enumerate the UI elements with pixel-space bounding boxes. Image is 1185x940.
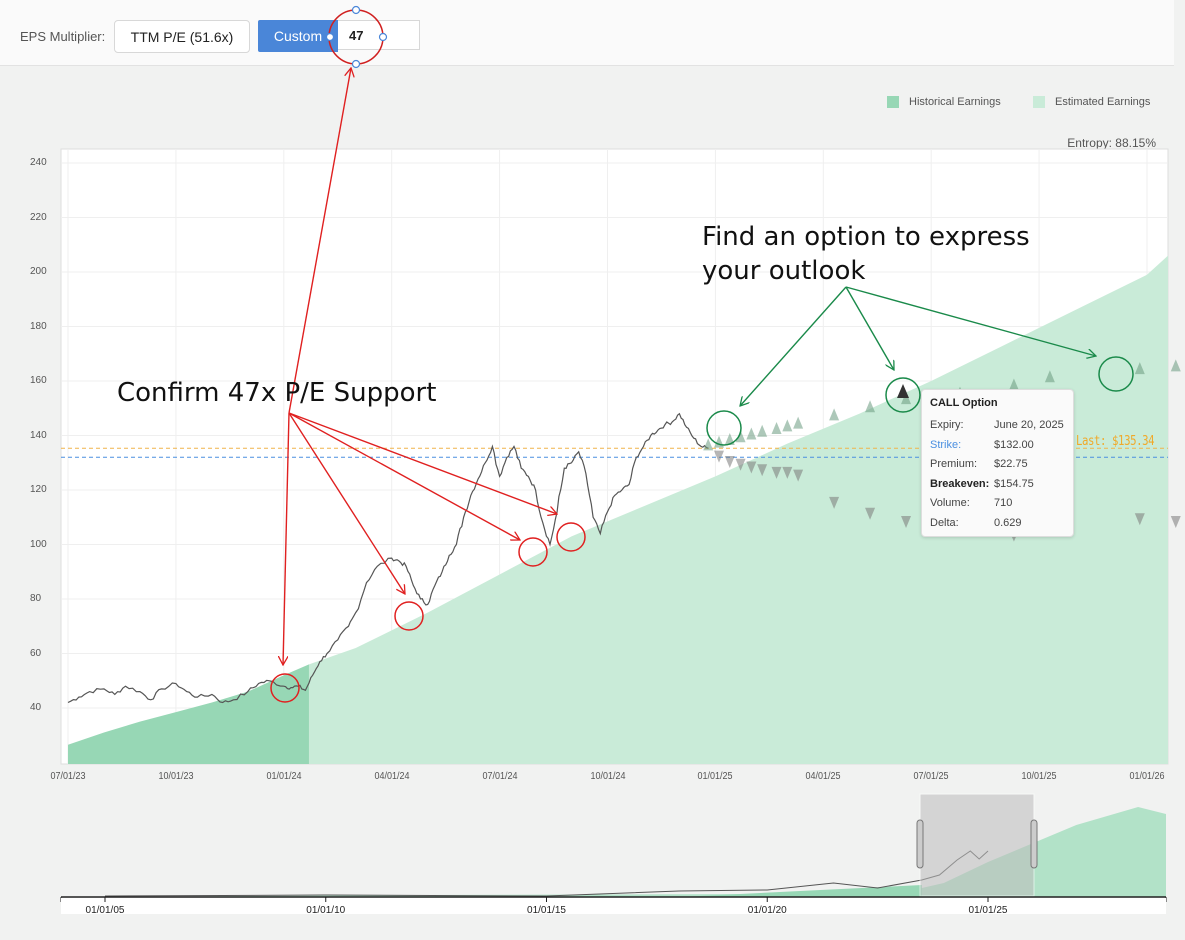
navigator-right-handle[interactable] (1030, 819, 1038, 869)
tooltip-row: Delta: 0.629 (930, 517, 1022, 529)
y-tick-label: 60 (30, 647, 42, 659)
x-tick-label: 07/01/23 (50, 771, 86, 782)
x-tick-label: 01/01/24 (266, 771, 302, 782)
x-tick-label: 07/01/24 (482, 771, 518, 782)
tooltip-row: Breakeven: $154.75 (930, 478, 1034, 490)
y-tick-label: 100 (30, 538, 47, 550)
tooltip-value: 0.629 (994, 516, 1022, 529)
tooltip-value: $22.75 (994, 458, 1028, 470)
navigator-tick-label: 01/01/05 (85, 905, 125, 916)
navigator-tick-label: 01/01/15 (527, 905, 566, 916)
put-option-marker[interactable] (1170, 515, 1181, 528)
y-tick-label: 160 (30, 375, 47, 386)
x-tick-label: 07/01/25 (913, 771, 949, 782)
navigator-tick-label: 01/01/10 (306, 905, 346, 916)
navigator[interactable] (60, 793, 1167, 914)
tooltip-key: Strike: (930, 438, 962, 451)
x-tick-label: 01/01/26 (1129, 771, 1165, 782)
selection-handle (351, 5, 361, 15)
y-tick-label: 200 (30, 266, 47, 277)
tooltip-row: Volume: 710 (930, 497, 1012, 509)
annotation-outlook-line2: your outlook (702, 256, 866, 286)
tooltip-key: Volume: (930, 497, 970, 509)
tooltip-row: Strike: $132.00 (930, 439, 1034, 451)
y-tick-label: 180 (30, 320, 47, 332)
selection-handle (325, 32, 335, 42)
annotation-support-text: Confirm 47x P/E Support (117, 378, 437, 408)
y-tick-label: 80 (30, 593, 42, 604)
tooltip-key: Premium: (930, 458, 978, 470)
selection-handle (378, 32, 388, 42)
tooltip-key: Delta: (930, 516, 959, 529)
tooltip-value: June 20, 2025 (994, 419, 1064, 431)
navigator-tick-label: 01/01/25 (968, 905, 1008, 916)
y-tick-label: 120 (30, 484, 47, 495)
x-tick-label: 04/01/25 (805, 771, 841, 782)
navigator-window[interactable] (919, 793, 1035, 897)
tooltip-value: 710 (994, 497, 1013, 509)
call-option-marker[interactable] (1170, 359, 1181, 372)
y-tick-label: 40 (30, 702, 42, 713)
y-tick-label: 220 (30, 211, 47, 223)
selection-handle (351, 59, 361, 69)
y-tick-label: 140 (30, 429, 47, 441)
last-price-label: Last: $135.34 (1076, 434, 1155, 450)
tooltip-value: $132.00 (994, 438, 1034, 451)
tooltip-row: Premium: $22.75 (930, 458, 1028, 470)
x-tick-label: 01/01/25 (697, 771, 733, 782)
annotation-outlook-line1: Find an option to express (702, 222, 1030, 252)
custom-value-highlight-circle (328, 9, 384, 65)
x-tick-label: 10/01/24 (589, 771, 626, 782)
x-tick-label: 04/01/24 (374, 771, 410, 782)
tooltip-key: Expiry: (930, 419, 964, 431)
option-tooltip: CALL Option Expiry: June 20, 2025 Strike: $… (921, 389, 1074, 537)
tooltip-value: $154.75 (994, 477, 1034, 490)
tooltip-key: Breakeven: (930, 477, 990, 490)
navigator-left-handle[interactable] (916, 819, 924, 869)
x-tick-label: 10/01/23 (158, 771, 194, 782)
navigator-tick-label: 01/01/20 (747, 905, 787, 916)
tooltip-row: Expiry: June 20, 2025 (930, 419, 1064, 431)
x-tick-label: 10/01/25 (1021, 771, 1057, 782)
y-tick-label: 240 (30, 157, 47, 168)
tooltip-title: CALL Option (930, 397, 998, 409)
